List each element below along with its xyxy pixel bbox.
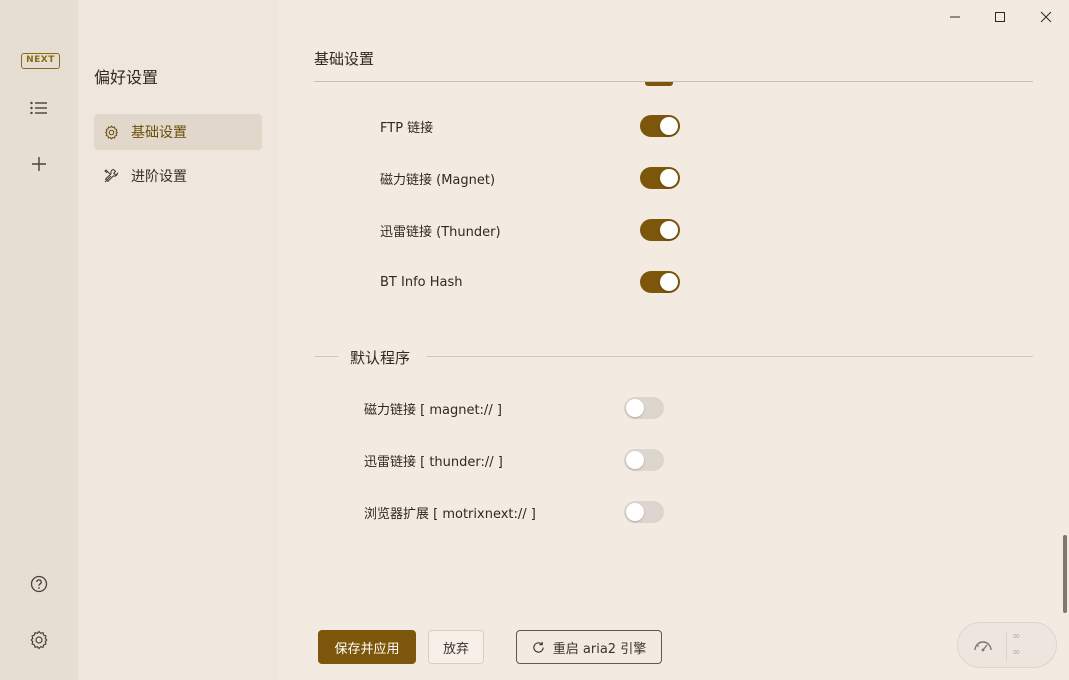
toggle-knob <box>660 169 678 187</box>
refresh-icon <box>532 641 545 654</box>
toggle-default-thunder[interactable] <box>624 449 664 471</box>
toggle-label-default-browser-ext: 浏览器扩展 [ motrixnext:// ] <box>364 506 536 522</box>
toggle-knob <box>660 221 678 239</box>
toggle-label-magnet: 磁力链接 (Magnet) <box>380 172 496 188</box>
discard-button[interactable]: 放弃 <box>428 630 484 664</box>
settings-icon[interactable] <box>27 628 51 652</box>
main-panel: 基础设置 FTP 链接 磁力链接 (Magnet) 迅雷链接 (Thunder)… <box>278 0 1069 680</box>
upload-speed: ∞ <box>1012 631 1021 642</box>
toggle-bt-info-hash[interactable] <box>640 271 680 293</box>
gear-icon <box>103 124 119 140</box>
plus-icon[interactable] <box>27 152 51 176</box>
speedometer-icon <box>972 635 994 657</box>
scrollbar-thumb[interactable] <box>1063 535 1067 613</box>
toggle-label-default-thunder: 迅雷链接 [ thunder:// ] <box>364 454 503 470</box>
section-title: 基础设置 <box>314 50 375 68</box>
nav-item-advanced-settings[interactable]: 进阶设置 <box>94 158 262 194</box>
divider-line-left <box>314 356 338 357</box>
nav-title: 偏好设置 <box>94 68 159 87</box>
toggle-label-thunder: 迅雷链接 (Thunder) <box>380 224 501 240</box>
section-divider <box>314 81 1033 82</box>
speed-separator <box>1006 631 1007 661</box>
restart-aria2-button[interactable]: 重启 aria2 引擎 <box>516 630 662 664</box>
app-logo: NEXT <box>21 53 60 69</box>
default-app-title: 默认程序 <box>350 349 411 367</box>
settings-nav: 偏好设置 基础设置 进阶设置 <box>78 0 278 680</box>
toggle-knob <box>660 117 678 135</box>
toggle-thunder[interactable] <box>640 219 680 241</box>
restart-label: 重启 aria2 引擎 <box>552 641 647 657</box>
nav-item-basic-settings[interactable]: 基础设置 <box>94 114 262 150</box>
app-rail: NEXT <box>0 0 78 680</box>
minimize-icon[interactable] <box>944 6 966 28</box>
toggle-label-default-magnet: 磁力链接 [ magnet:// ] <box>364 402 502 418</box>
toggle-label-bt-info-hash: BT Info Hash <box>380 274 463 290</box>
download-speed: ∞ <box>1012 647 1021 658</box>
toggle-knob <box>660 273 678 291</box>
close-icon[interactable] <box>1035 6 1057 28</box>
toggle-ftp[interactable] <box>640 115 680 137</box>
help-icon[interactable] <box>27 572 51 596</box>
toggle-knob <box>626 503 644 521</box>
scrolled-toggle-edge <box>645 82 673 86</box>
divider-line-right <box>426 356 1033 357</box>
list-icon[interactable] <box>27 96 51 120</box>
toggle-magnet[interactable] <box>640 167 680 189</box>
maximize-icon[interactable] <box>989 6 1011 28</box>
toggle-knob <box>626 399 644 417</box>
toggle-label-ftp: FTP 链接 <box>380 120 434 136</box>
toggle-knob <box>626 451 644 469</box>
toggle-default-browser-ext[interactable] <box>624 501 664 523</box>
toggle-default-magnet[interactable] <box>624 397 664 419</box>
save-apply-button[interactable]: 保存并应用 <box>318 630 416 664</box>
nav-item-label: 进阶设置 <box>131 169 187 185</box>
nav-item-label: 基础设置 <box>131 125 187 141</box>
speed-widget[interactable]: ∞ ∞ <box>957 622 1057 668</box>
tools-icon <box>103 168 119 184</box>
